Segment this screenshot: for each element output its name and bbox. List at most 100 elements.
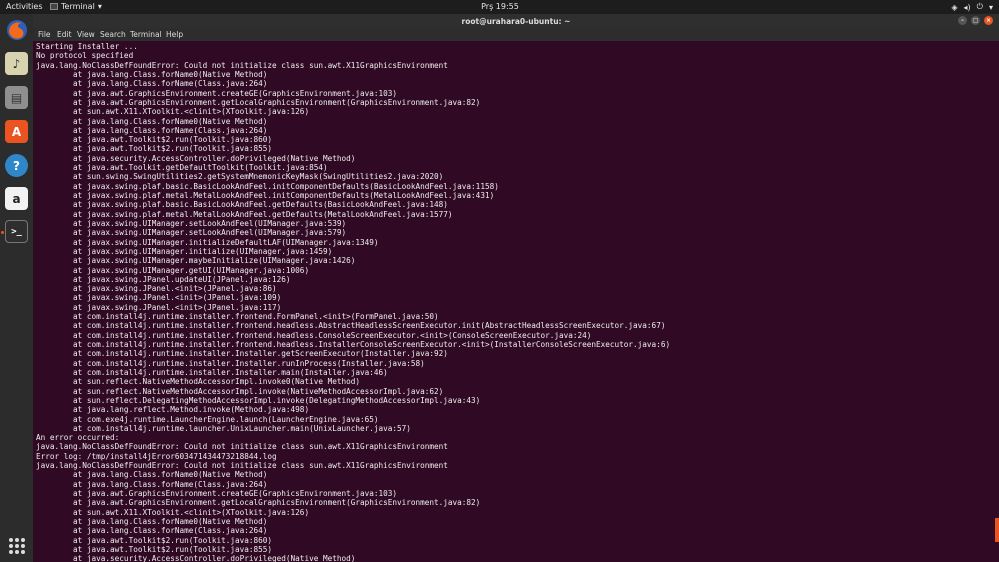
terminal-line: at java.lang.Class.forName0(Native Metho… (36, 470, 268, 480)
firefox-icon[interactable] (5, 18, 28, 41)
terminal-line: at java.awt.GraphicsEnvironment.createGE… (36, 489, 398, 498)
power-icon[interactable]: ⏻ (977, 2, 983, 12)
rhythmbox-icon[interactable]: ♪ (5, 52, 28, 75)
terminal-line: at javax.swing.UIManager.getUI(UIManager… (36, 265, 310, 275)
terminal-line: at javax.swing.JPanel.<init>(JPanel.java… (36, 293, 282, 303)
terminal-line: at com.install4j.runtime.launcher.UnixLa… (36, 423, 411, 433)
terminal-line: at java.awt.Toolkit$2.run(Toolkit.java:8… (36, 544, 273, 554)
amazon-glyph: a (12, 191, 21, 206)
dock: ♪ ▤ A ? a >_ (0, 14, 33, 562)
terminal-line: at com.install4j.runtime.installer.Insta… (36, 349, 448, 359)
terminal-line: at java.lang.Class.forName0(Native Metho… (36, 69, 268, 79)
volume-icon[interactable]: ◂) (964, 3, 971, 12)
firefox-logo (6, 19, 27, 40)
terminal-line: at java.lang.Class.forName(Class.java:26… (36, 125, 268, 135)
show-applications-icon[interactable] (9, 538, 25, 554)
menu-bar: File Edit View Search Terminal Help (33, 28, 999, 41)
terminal-line: at javax.swing.UIManager.initializeDefau… (36, 237, 379, 247)
terminal-line: java.lang.NoClassDefFoundError: Could no… (36, 461, 448, 471)
terminal-line: at java.awt.GraphicsEnvironment.getLocal… (36, 97, 481, 107)
terminal-line: at sun.reflect.NativeMethodAccessorImpl.… (36, 377, 360, 387)
terminal-line: at javax.swing.plaf.basic.BasicLookAndFe… (36, 200, 448, 210)
terminal-line: at java.lang.Class.forName(Class.java:26… (36, 526, 268, 536)
minimize-icon[interactable]: – (958, 16, 967, 25)
menu-file[interactable]: File (38, 30, 51, 39)
terminal-line: at java.awt.GraphicsEnvironment.createGE… (36, 88, 398, 98)
system-tray[interactable]: ◈ ◂) ⏻ ▾ (951, 2, 993, 12)
help-glyph: ? (13, 158, 20, 173)
terminal-line: at javax.swing.JPanel.<init>(JPanel.java… (36, 284, 277, 294)
terminal-line: at java.security.AccessController.doPriv… (36, 554, 356, 562)
menu-search[interactable]: Search (100, 30, 126, 39)
activities-button[interactable]: Activities (6, 2, 43, 11)
terminal-line: at javax.swing.UIManager.setLookAndFeel(… (36, 228, 347, 238)
menu-terminal[interactable]: Terminal (130, 30, 162, 39)
terminal-line: at java.lang.Class.forName(Class.java:26… (36, 479, 268, 489)
terminal-line: at javax.swing.JPanel.updateUI(JPanel.ja… (36, 274, 291, 284)
terminal-line: at com.install4j.runtime.installer.Insta… (36, 367, 388, 377)
terminal-line: at java.awt.GraphicsEnvironment.getLocal… (36, 498, 481, 508)
terminal-output[interactable]: Starting Installer ... No protocol specif… (36, 42, 994, 562)
terminal-line: Starting Installer ... (36, 42, 138, 51)
top-bar: Activities Terminal ▾ Prş 19:55 ◈ ◂) ⏻ ▾ (0, 0, 999, 14)
terminal-line: at java.lang.Class.forName0(Native Metho… (36, 116, 268, 126)
terminal-line: at com.install4j.runtime.installer.front… (36, 340, 671, 349)
window-titlebar[interactable]: root@urahara0-ubuntu: ~ – □ × (33, 14, 999, 28)
terminal-line: at sun.awt.X11.XToolkit.<clinit>(XToolki… (36, 507, 310, 517)
software-center-icon[interactable]: A (5, 120, 28, 143)
terminal-line: at sun.awt.X11.XToolkit.<clinit>(XToolki… (36, 107, 310, 117)
terminal-line: at java.lang.Class.forName(Class.java:26… (36, 79, 268, 89)
terminal-line: at com.install4j.runtime.installer.front… (36, 312, 439, 322)
terminal-line: at com.exe4j.runtime.LauncherEngine.laun… (36, 414, 379, 424)
active-app-indicator (1, 231, 4, 234)
terminal-line: java.lang.NoClassDefFoundError: Could no… (36, 60, 448, 70)
terminal-line: at com.install4j.runtime.installer.front… (36, 321, 666, 331)
chevron-down-icon[interactable]: ▾ (989, 3, 993, 12)
terminal-line: at javax.swing.plaf.basic.BasicLookAndFe… (36, 181, 499, 191)
terminal-line: at java.lang.Class.forName0(Native Metho… (36, 516, 268, 526)
maximize-icon[interactable]: □ (971, 16, 980, 25)
terminal-line: at javax.swing.UIManager.setLookAndFeel(… (36, 218, 347, 228)
terminal-line: at sun.reflect.NativeMethodAccessorImpl.… (36, 386, 444, 396)
terminal-line: at javax.swing.UIManager.maybeInitialize… (36, 256, 356, 266)
terminal-line: at java.awt.Toolkit$2.run(Toolkit.java:8… (36, 135, 273, 145)
terminal-line: at javax.swing.plaf.metal.MetalLookAndFe… (36, 191, 495, 200)
terminal-glyph: >_ (11, 226, 22, 237)
menu-edit[interactable]: Edit (57, 30, 72, 39)
terminal-line: at java.awt.Toolkit$2.run(Toolkit.java:8… (36, 144, 273, 154)
amazon-icon[interactable]: a (5, 187, 28, 210)
terminal-line: An error occurred: (36, 433, 120, 443)
rhythmbox-glyph: ♪ (12, 56, 21, 71)
software-center-glyph: A (11, 124, 22, 139)
help-icon[interactable]: ? (5, 154, 28, 177)
window-controls: – □ × (958, 16, 993, 25)
terminal-line: at java.awt.Toolkit$2.run(Toolkit.java:8… (36, 535, 273, 545)
clock[interactable]: Prş 19:55 (480, 2, 520, 11)
terminal-line: at com.install4j.runtime.installer.Insta… (36, 358, 425, 368)
menu-help[interactable]: Help (166, 30, 183, 39)
terminal-line: at com.install4j.runtime.installer.front… (36, 330, 592, 340)
menu-view[interactable]: View (77, 30, 95, 39)
close-icon[interactable]: × (984, 16, 993, 25)
app-menu-label: Terminal (61, 2, 95, 11)
terminal-line: at javax.swing.JPanel.<init>(JPanel.java… (36, 302, 282, 312)
terminal-icon[interactable]: >_ (5, 220, 28, 243)
window-title: root@urahara0-ubuntu: ~ (461, 17, 571, 26)
chevron-down-icon: ▾ (97, 2, 102, 11)
terminal-line: at sun.reflect.DelegatingMethodAccessorI… (36, 395, 481, 405)
terminal-line: at java.lang.reflect.Method.invoke(Metho… (36, 405, 310, 415)
terminal-line: No protocol specified (36, 51, 134, 61)
wifi-icon[interactable]: ◈ (951, 3, 957, 12)
terminal-line: at java.awt.Toolkit.getDefaultToolkit(To… (36, 163, 328, 173)
terminal-mini-icon (50, 3, 58, 10)
files-icon[interactable]: ▤ (5, 86, 28, 109)
terminal-line: at javax.swing.plaf.metal.MetalLookAndFe… (36, 209, 453, 219)
terminal-line: at javax.swing.UIManager.initialize(UIMa… (36, 246, 333, 256)
terminal-line: at java.security.AccessController.doPriv… (36, 153, 356, 163)
files-glyph: ▤ (10, 90, 23, 105)
terminal-line: at sun.swing.SwingUtilities2.getSystemMn… (36, 172, 444, 182)
scrollbar-thumb[interactable] (995, 518, 999, 542)
terminal-line: Error log: /tmp/install4jError6034714344… (36, 451, 277, 461)
terminal-line: java.lang.NoClassDefFoundError: Could no… (36, 442, 448, 452)
app-menu[interactable]: Terminal ▾ (50, 2, 102, 11)
